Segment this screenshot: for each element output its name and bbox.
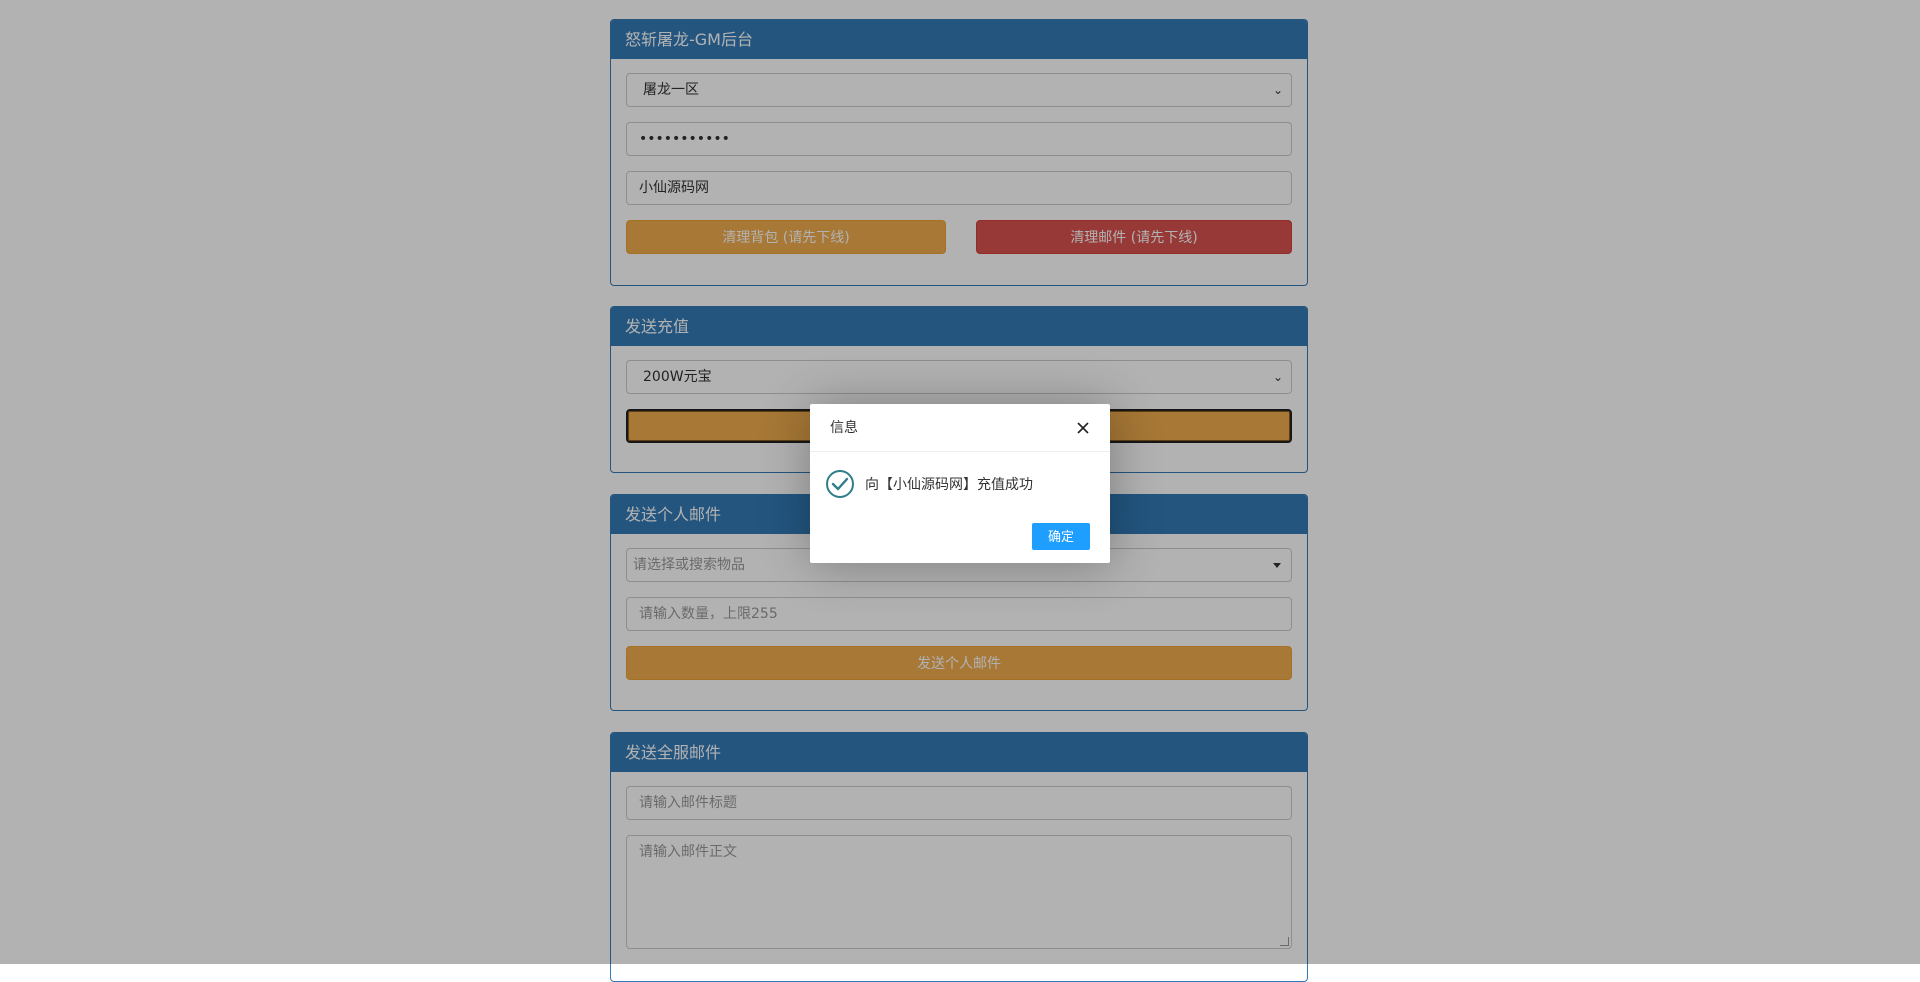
dialog-message: 向【小仙源码网】充值成功	[865, 477, 1033, 493]
close-icon[interactable]	[1071, 416, 1095, 440]
confirm-button[interactable]: 确定	[1032, 523, 1090, 550]
check-circle-icon	[825, 469, 855, 499]
dialog-body: 向【小仙源码网】充值成功	[825, 468, 1033, 500]
dialog-title: 信息	[810, 404, 1110, 452]
info-dialog: 信息 向【小仙源码网】充值成功 确定	[810, 404, 1110, 563]
